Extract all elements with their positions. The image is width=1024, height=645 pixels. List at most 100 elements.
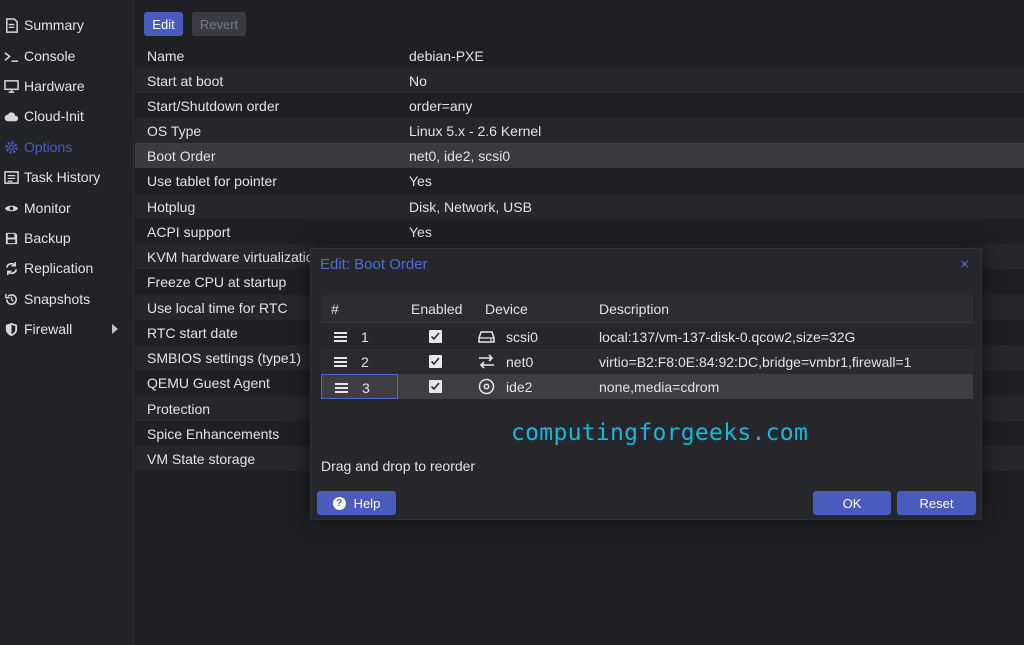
hardware-icon bbox=[2, 77, 20, 95]
option-value: Yes bbox=[409, 223, 432, 240]
close-icon[interactable]: × bbox=[960, 256, 969, 273]
sidebar-item-firewall[interactable]: Firewall bbox=[0, 315, 134, 343]
reset-button[interactable]: Reset bbox=[897, 491, 976, 515]
option-key: Start/Shutdown order bbox=[147, 97, 280, 114]
edit-button[interactable]: Edit bbox=[144, 12, 183, 36]
console-icon bbox=[2, 47, 20, 65]
boot-order-dialog: Edit: Boot Order × # Enabled Device Desc… bbox=[310, 248, 982, 520]
grid-header: # Enabled Device Description bbox=[321, 295, 973, 323]
column-header-device[interactable]: Device bbox=[485, 295, 528, 322]
device-description: local:137/vm-137-disk-0.qcow2,size=32G bbox=[599, 329, 856, 345]
sidebar-item-label: Snapshots bbox=[24, 291, 91, 307]
sidebar-item-label: Options bbox=[24, 139, 73, 155]
option-key: Use tablet for pointer bbox=[147, 172, 277, 189]
table-row[interactable]: 3 ide2 none,media=cdrom bbox=[321, 374, 973, 399]
option-row-name[interactable]: Name debian-PXE bbox=[135, 43, 1024, 68]
sidebar-item-snapshots[interactable]: Snapshots bbox=[0, 285, 134, 313]
drag-handle-icon[interactable] bbox=[335, 383, 348, 393]
option-key: Name bbox=[147, 47, 185, 64]
option-key: Spice Enhancements bbox=[147, 425, 280, 442]
sidebar-item-label: Summary bbox=[24, 17, 84, 33]
option-value: debian-PXE bbox=[409, 47, 484, 64]
sidebar-item-options[interactable]: Options bbox=[0, 133, 134, 161]
option-key: Hotplug bbox=[147, 198, 196, 215]
option-key: QEMU Guest Agent bbox=[147, 374, 270, 391]
gear-icon bbox=[2, 138, 20, 156]
option-key: VM State storage bbox=[147, 450, 256, 467]
option-value: Yes bbox=[409, 172, 432, 189]
enabled-checkbox[interactable] bbox=[429, 330, 442, 343]
replication-icon bbox=[2, 259, 20, 277]
hard-disk-icon bbox=[478, 331, 495, 343]
option-row-startup-order[interactable]: Start/Shutdown order order=any bbox=[135, 93, 1024, 118]
sidebar-item-monitor[interactable]: Monitor bbox=[0, 194, 134, 222]
column-header-num[interactable]: # bbox=[331, 295, 339, 322]
chevron-right-icon[interactable] bbox=[112, 324, 118, 334]
sidebar-item-label: Cloud-Init bbox=[24, 108, 84, 124]
sidebar-item-label: Console bbox=[24, 48, 76, 64]
option-key: OS Type bbox=[147, 122, 202, 139]
option-row-tablet[interactable]: Use tablet for pointer Yes bbox=[135, 168, 1024, 193]
eye-icon bbox=[2, 199, 20, 217]
column-header-description[interactable]: Description bbox=[599, 295, 669, 322]
drag-handle-icon[interactable] bbox=[334, 357, 347, 367]
option-value: No bbox=[409, 72, 427, 89]
sidebar-item-label: Hardware bbox=[24, 78, 85, 94]
row-number: 3 bbox=[362, 380, 370, 396]
cloud-icon bbox=[2, 107, 20, 125]
enabled-checkbox[interactable] bbox=[429, 355, 442, 368]
option-value: order=any bbox=[409, 97, 473, 114]
sidebar-item-replication[interactable]: Replication bbox=[0, 254, 134, 282]
option-row-acpi[interactable]: ACPI support Yes bbox=[135, 219, 1024, 244]
sidebar-item-label: Backup bbox=[24, 230, 71, 246]
ok-button[interactable]: OK bbox=[813, 491, 891, 515]
help-button[interactable]: ? Help bbox=[317, 491, 396, 515]
sidebar-item-cloud-init[interactable]: Cloud-Init bbox=[0, 102, 134, 130]
help-label: Help bbox=[353, 495, 381, 511]
revert-button[interactable]: Revert bbox=[192, 12, 246, 36]
drag-handle-cell[interactable]: 1 bbox=[321, 324, 398, 349]
sidebar-item-label: Monitor bbox=[24, 200, 71, 216]
option-row-start-at-boot[interactable]: Start at boot No bbox=[135, 68, 1024, 93]
option-key: Boot Order bbox=[147, 147, 216, 164]
device-description: virtio=B2:F8:0E:84:92:DC,bridge=vmbr1,fi… bbox=[599, 354, 912, 370]
option-value: Disk, Network, USB bbox=[409, 198, 532, 215]
sidebar-item-backup[interactable]: Backup bbox=[0, 224, 134, 252]
table-row[interactable]: 1 scsi0 local:137/vm-137-disk-0.qcow2,si… bbox=[321, 324, 973, 349]
sidebar-item-task-history[interactable]: Task History bbox=[0, 163, 134, 191]
drag-hint: Drag and drop to reorder bbox=[321, 458, 476, 474]
enabled-checkbox[interactable] bbox=[429, 380, 442, 393]
option-row-os-type[interactable]: OS Type Linux 5.x - 2.6 Kernel bbox=[135, 118, 1024, 143]
sidebar-item-hardware[interactable]: Hardware bbox=[0, 72, 134, 100]
option-row-hotplug[interactable]: Hotplug Disk, Network, USB bbox=[135, 194, 1024, 219]
drag-handle-cell[interactable]: 2 bbox=[321, 349, 398, 374]
column-header-enabled[interactable]: Enabled bbox=[411, 295, 462, 322]
backup-icon bbox=[2, 229, 20, 247]
option-key: ACPI support bbox=[147, 223, 231, 240]
row-number: 1 bbox=[361, 329, 369, 345]
sidebar-item-label: Firewall bbox=[24, 321, 73, 337]
watermark: computingforgeeks.com bbox=[511, 420, 809, 446]
device-name: net0 bbox=[506, 354, 534, 370]
option-row-boot-order[interactable]: Boot Order net0, ide2, scsi0 bbox=[135, 143, 1024, 168]
cdrom-icon bbox=[478, 378, 495, 395]
sidebar-item-label: Task History bbox=[24, 169, 101, 185]
question-icon: ? bbox=[332, 496, 346, 510]
drag-handle-cell[interactable]: 3 bbox=[321, 374, 398, 399]
sidebar-item-label: Replication bbox=[24, 260, 94, 276]
sidebar: Summary Console Hardware Cloud-Init Opti… bbox=[0, 0, 134, 645]
option-key: Start at boot bbox=[147, 72, 224, 89]
table-row[interactable]: 2 net0 virtio=B2:F8:0E:84:92:DC,bridge=v… bbox=[321, 349, 973, 374]
exchange-icon bbox=[479, 354, 494, 369]
shield-icon bbox=[2, 320, 20, 338]
sidebar-item-summary[interactable]: Summary bbox=[0, 11, 134, 39]
option-value: net0, ide2, scsi0 bbox=[409, 147, 511, 164]
task-history-icon bbox=[2, 168, 20, 186]
row-number: 2 bbox=[361, 354, 369, 370]
option-key: SMBIOS settings (type1) bbox=[147, 349, 302, 366]
option-value: Linux 5.x - 2.6 Kernel bbox=[409, 122, 542, 139]
summary-icon bbox=[2, 16, 20, 34]
dialog-title: Edit: Boot Order bbox=[320, 256, 428, 273]
drag-handle-icon[interactable] bbox=[334, 332, 347, 342]
sidebar-item-console[interactable]: Console bbox=[0, 42, 134, 70]
